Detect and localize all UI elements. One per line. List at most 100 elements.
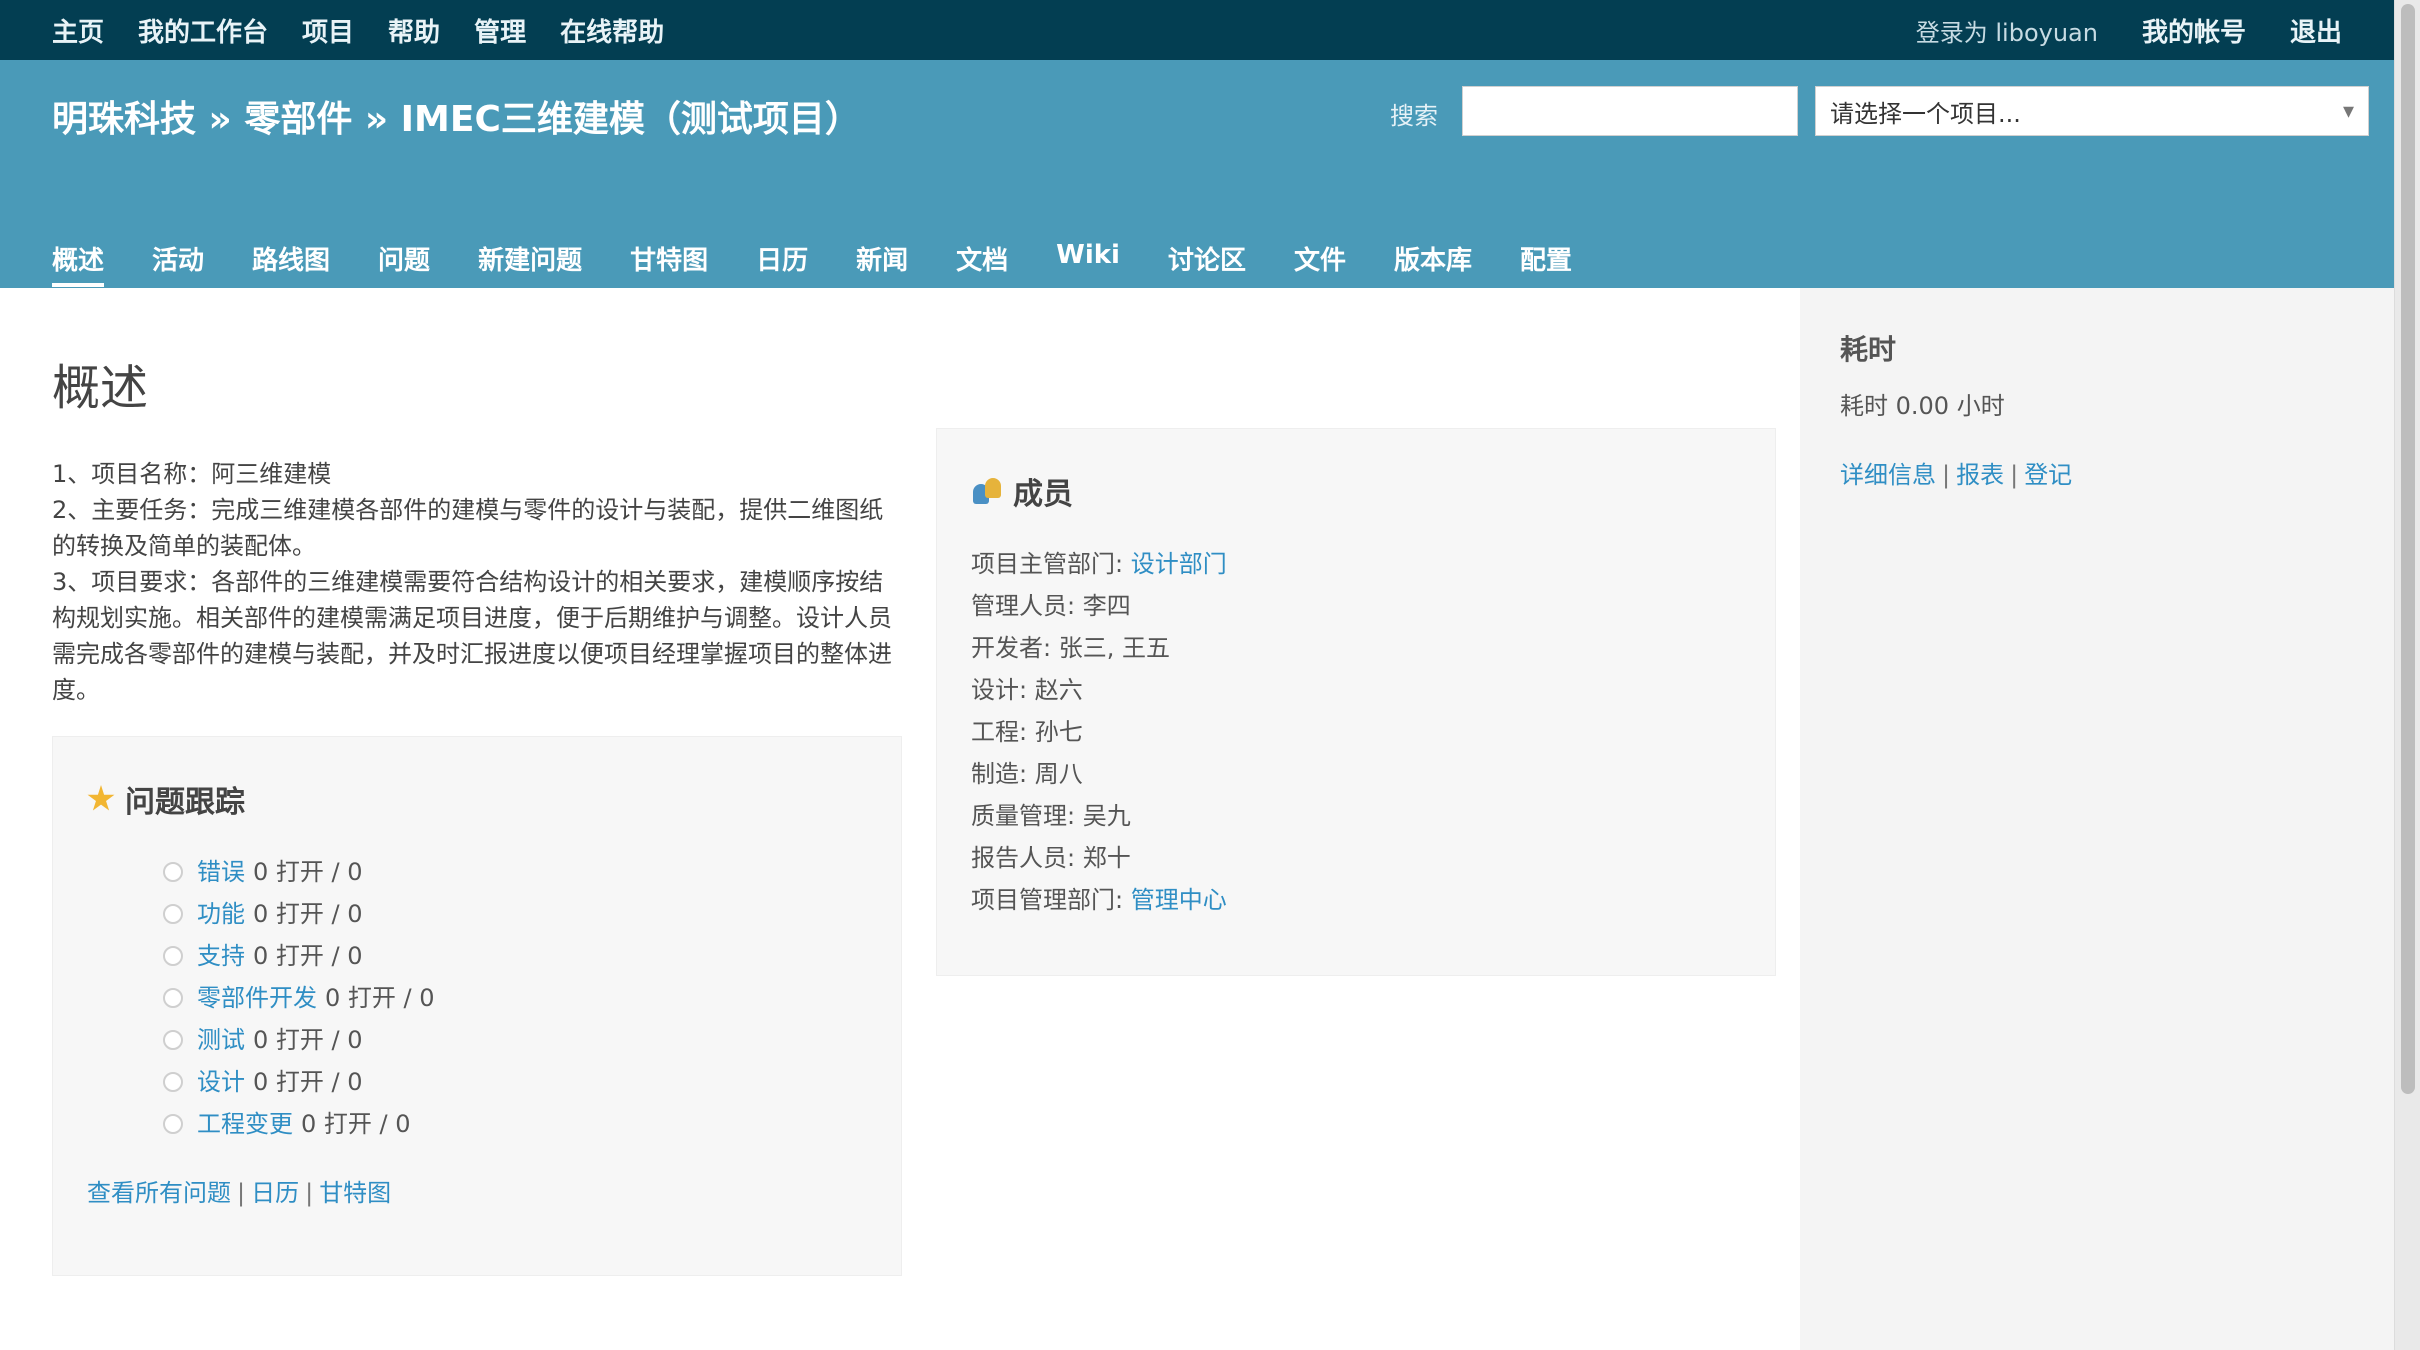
top-menu-item[interactable]: 在线帮助 xyxy=(560,12,664,49)
members-list: 项目主管部门: 设计部门 管理人员: 李四 开发者: 张三, 王五 设计: 赵六 工程:… xyxy=(971,543,1741,921)
top-menu-item[interactable]: 管理 xyxy=(474,12,526,49)
content: 概述 1、项目名称：阿三维建模 2、主要任务：完成三维建模各部件的建模与零件的设计… xyxy=(0,288,1800,1350)
bullet-icon xyxy=(163,988,183,1008)
project-description: 1、项目名称：阿三维建模 2、主要任务：完成三维建模各部件的建模与零件的设计与装配… xyxy=(52,456,892,708)
sidebar: 耗时 耗时 0.00 小时 详细信息 | 报表 | 登记 xyxy=(1800,288,2394,1350)
tracker-item: 零部件开发 0 打开 / 0 xyxy=(163,977,867,1019)
tracker-footer-link[interactable]: 日历 xyxy=(251,1179,299,1207)
member-role: 项目管理部门: xyxy=(971,886,1131,914)
member-row: 质量管理: 吴九 xyxy=(971,795,1741,837)
member-link[interactable]: 管理中心 xyxy=(1131,886,1227,914)
member-names: 李四 xyxy=(1082,592,1131,620)
top-menu-item[interactable]: 我的工作台 xyxy=(138,12,268,49)
tracker-link[interactable]: 测试 xyxy=(197,1019,245,1061)
tracker-item: 工程变更 0 打开 / 0 xyxy=(163,1103,867,1145)
tracker-footer-link[interactable]: 甘特图 xyxy=(319,1179,391,1207)
tracker-link[interactable]: 功能 xyxy=(197,893,245,935)
main-menu-tab[interactable]: 文件 xyxy=(1294,240,1346,287)
member-role: 管理人员: xyxy=(971,592,1083,620)
main-menu-tab[interactable]: 日历 xyxy=(756,240,808,287)
member-names: 赵六 xyxy=(1034,676,1083,704)
bullet-icon xyxy=(163,946,183,966)
member-row: 制造: 周八 xyxy=(971,753,1741,795)
member-role: 报告人员: xyxy=(971,844,1083,872)
bullet-icon xyxy=(163,862,183,882)
tracker-item: 功能 0 打开 / 0 xyxy=(163,893,867,935)
group-icon xyxy=(971,476,1003,506)
member-names: 张三, 王五 xyxy=(1058,634,1170,662)
member-names: 孙七 xyxy=(1034,718,1083,746)
main-menu-tab[interactable]: 概述 xyxy=(52,240,105,287)
member-row: 报告人员: 郑十 xyxy=(971,837,1741,879)
member-names: 郑十 xyxy=(1082,844,1131,872)
main-menu-tab[interactable]: 新闻 xyxy=(856,240,908,287)
tracker-link[interactable]: 错误 xyxy=(197,851,245,893)
member-names: 周八 xyxy=(1034,760,1083,788)
link-separator: | xyxy=(2010,461,2019,489)
logout-link[interactable]: 退出 xyxy=(2290,12,2342,49)
time-spent: 耗时 0.00 小时 xyxy=(1840,392,2005,420)
sidebar-link[interactable]: 登记 xyxy=(2024,461,2072,489)
tracker-footer-link[interactable]: 查看所有问题 xyxy=(87,1179,231,1207)
description-line: 1、项目名称：阿三维建模 xyxy=(52,460,332,488)
member-names: 吴九 xyxy=(1082,802,1131,830)
top-menu-item[interactable]: 帮助 xyxy=(388,12,440,49)
scrollbar-thumb[interactable] xyxy=(2401,4,2415,1094)
page-title: 概述 xyxy=(52,360,149,416)
tracker-item: 测试 0 打开 / 0 xyxy=(163,1019,867,1061)
main-menu-tab[interactable]: 活动 xyxy=(152,240,204,287)
search-input[interactable] xyxy=(1462,86,1798,136)
tracker-link[interactable]: 设计 xyxy=(197,1061,245,1103)
project-jump-value: 请选择一个项目... xyxy=(1830,99,2021,128)
tracker-stat: 0 打开 / 0 xyxy=(301,1110,411,1138)
tracker-stat: 0 打开 / 0 xyxy=(253,858,363,886)
main-menu-tab[interactable]: 版本库 xyxy=(1394,240,1472,287)
tracker-item: 设计 0 打开 / 0 xyxy=(163,1061,867,1103)
main-menu-tab[interactable]: 甘特图 xyxy=(630,240,708,287)
project-jump-select[interactable]: 请选择一个项目... ▾ xyxy=(1815,86,2369,136)
top-menu-right: 登录为 liboyuan 我的帐号 退出 xyxy=(1916,12,2342,49)
main-menu-tab[interactable]: 文档 xyxy=(956,240,1008,287)
main-menu-tab[interactable]: 新建问题 xyxy=(478,240,582,287)
member-row: 管理人员: 李四 xyxy=(971,585,1741,627)
top-menu: 主页 我的工作台 项目 帮助 管理 在线帮助 登录为 liboyuan 我的帐号 退出 xyxy=(0,0,2394,60)
tracker-link[interactable]: 支持 xyxy=(197,935,245,977)
tracker-list: 错误 0 打开 / 0 功能 0 打开 / 0 支持 0 打开 / 0 零部件开发 0 打开 … xyxy=(87,851,867,1145)
sidebar-link[interactable]: 详细信息 xyxy=(1840,461,1936,489)
main-menu-tab[interactable]: 路线图 xyxy=(252,240,330,287)
member-row: 设计: 赵六 xyxy=(971,669,1741,711)
top-menu-left: 主页 我的工作台 项目 帮助 管理 在线帮助 xyxy=(52,12,698,49)
vertical-scrollbar[interactable] xyxy=(2394,0,2420,1350)
tracker-link[interactable]: 工程变更 xyxy=(197,1103,293,1145)
tracker-item: 错误 0 打开 / 0 xyxy=(163,851,867,893)
member-role: 质量管理: xyxy=(971,802,1083,830)
member-row: 工程: 孙七 xyxy=(971,711,1741,753)
main-menu-tab[interactable]: 问题 xyxy=(378,240,430,287)
member-role: 设计: xyxy=(971,676,1035,704)
tracker-stat: 0 打开 / 0 xyxy=(253,900,363,928)
tracker-footer-links: 查看所有问题 | 日历 | 甘特图 xyxy=(87,1173,867,1208)
member-role: 制造: xyxy=(971,760,1035,788)
members-box: 成员 项目主管部门: 设计部门 管理人员: 李四 开发者: 张三, 王五 设计: 赵六… xyxy=(936,428,1776,976)
member-role: 开发者: xyxy=(971,634,1059,662)
member-row: 开发者: 张三, 王五 xyxy=(971,627,1741,669)
tracker-item: 支持 0 打开 / 0 xyxy=(163,935,867,977)
member-link[interactable]: 设计部门 xyxy=(1131,550,1227,578)
my-account-link[interactable]: 我的帐号 xyxy=(2142,12,2246,49)
header: 明珠科技 » 零部件 » IMEC三维建模（测试项目） 搜索 请选择一个项目..… xyxy=(0,60,2394,288)
sidebar-title: 耗时 xyxy=(1840,333,1897,366)
issue-tracking-box: 问题跟踪 错误 0 打开 / 0 功能 0 打开 / 0 支持 0 打开 / 0 零部件开发… xyxy=(52,736,902,1276)
tracker-stat: 0 打开 / 0 xyxy=(253,942,363,970)
main-menu-tab[interactable]: 配置 xyxy=(1520,240,1572,287)
star-icon xyxy=(87,785,115,811)
top-menu-item[interactable]: 主页 xyxy=(52,12,104,49)
main-menu-tab[interactable]: Wiki xyxy=(1056,240,1120,287)
link-separator: | xyxy=(305,1179,314,1207)
tracker-link[interactable]: 零部件开发 xyxy=(197,977,317,1019)
issue-tracking-title: 问题跟踪 xyxy=(125,785,245,820)
main-menu-tab[interactable]: 讨论区 xyxy=(1168,240,1246,287)
sidebar-link[interactable]: 报表 xyxy=(1956,461,2004,489)
top-menu-item[interactable]: 项目 xyxy=(302,12,354,49)
sidebar-links: 详细信息 | 报表 | 登记 xyxy=(1840,455,2354,490)
members-title: 成员 xyxy=(1013,477,1073,512)
